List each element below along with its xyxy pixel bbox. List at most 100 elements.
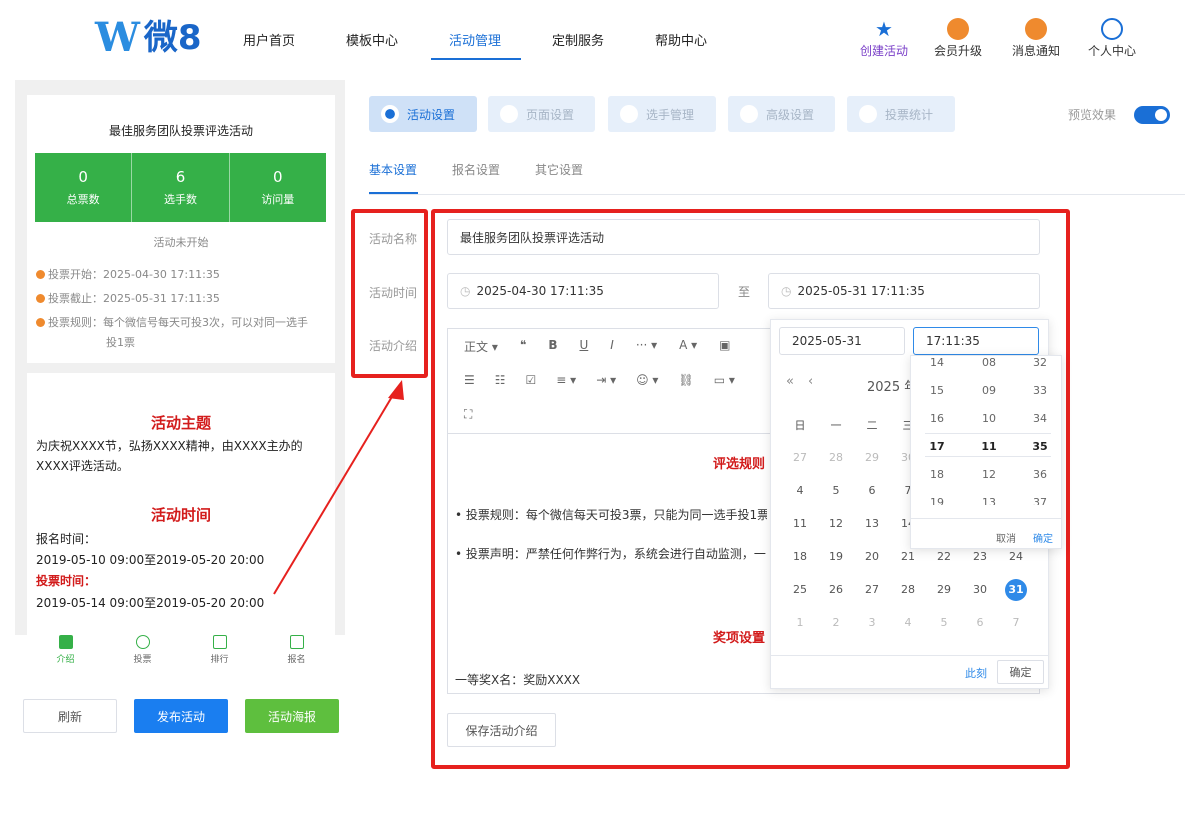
selected-day[interactable]: 31 bbox=[998, 573, 1034, 606]
underline-icon[interactable]: U bbox=[579, 338, 588, 355]
calendar-week: 1234567 bbox=[796, 616, 1020, 629]
save-intro-button[interactable]: 保存活动介绍 bbox=[447, 713, 556, 747]
font-color-icon[interactable]: A ▾ bbox=[679, 338, 697, 355]
bottom-nav-vote[interactable]: 投票 bbox=[104, 631, 181, 675]
user-icon bbox=[1101, 18, 1123, 40]
time-columns: 14 15 16 17 18 19 08 09 10 11 12 13 32 33 34 35 36 37 bbox=[919, 355, 1054, 505]
bg-color-icon[interactable]: ▣ bbox=[719, 338, 730, 355]
prize-title: 奖项设置 bbox=[713, 631, 766, 646]
toolbar-row-2: ☰ ☷ ☑ ≡ ▾ ⇥ ▾ ☺ ▾ ⛓ ▭ ▾ bbox=[464, 373, 735, 387]
now-button[interactable]: 此刻 bbox=[965, 665, 987, 681]
refresh-button[interactable]: 刷新 bbox=[23, 699, 117, 733]
picker-confirm-button[interactable]: 确定 bbox=[997, 660, 1044, 684]
start-time-input[interactable]: ◷ 2025-04-30 17:11:35 bbox=[447, 273, 719, 309]
stats-icon bbox=[859, 105, 877, 123]
bottom-nav-signup[interactable]: 报名 bbox=[258, 631, 335, 675]
todo-icon[interactable]: ☑ bbox=[526, 373, 537, 387]
rule-title: 评选规则 bbox=[713, 457, 766, 472]
label-name: 活动名称 bbox=[369, 232, 418, 246]
prev-month-button[interactable]: ‹ bbox=[808, 374, 813, 389]
tab-page-settings[interactable]: 页面设置 bbox=[488, 96, 595, 132]
end-time-input[interactable]: ◷ 2025-05-31 17:11:35 bbox=[768, 273, 1040, 309]
time-cancel-button[interactable]: 取消 bbox=[996, 530, 1016, 545]
picker-time-input[interactable]: 17:11:35 bbox=[913, 327, 1039, 355]
info-start: 投票开始：2025-04-30 17:11:35 bbox=[36, 266, 220, 282]
advanced-icon bbox=[740, 105, 758, 123]
nav-help[interactable]: 帮助中心 bbox=[655, 30, 707, 49]
tab-player-manage[interactable]: 选手管理 bbox=[608, 96, 716, 132]
status-text: 活动未开始 bbox=[153, 236, 209, 249]
nav-custom[interactable]: 定制服务 bbox=[552, 30, 604, 49]
prev-year-button[interactable]: « bbox=[786, 374, 794, 389]
italic-icon[interactable]: I bbox=[610, 338, 614, 355]
picker-date-input[interactable]: 2025-05-31 bbox=[779, 327, 905, 355]
member-upgrade[interactable]: 会员升级 bbox=[930, 18, 986, 59]
signup-icon bbox=[289, 635, 304, 649]
nav-templates[interactable]: 模板中心 bbox=[346, 30, 398, 49]
bullet-list-icon[interactable]: ☰ bbox=[464, 373, 475, 387]
user-center[interactable]: 个人中心 bbox=[1084, 18, 1140, 59]
preview-label: 预览效果 bbox=[1068, 108, 1117, 122]
rule-line-2: • 投票声明：严禁任何作弊行为，系统会进行自动监测，一 bbox=[455, 547, 766, 561]
time-ok-button[interactable]: 确定 bbox=[1033, 530, 1053, 545]
more-icon[interactable]: ··· ▾ bbox=[636, 338, 657, 355]
preview-bottom-nav: 介绍 投票 排行 报名 bbox=[27, 631, 335, 675]
page-icon bbox=[500, 105, 518, 123]
nav-home[interactable]: 用户首页 bbox=[243, 30, 295, 49]
vote-icon bbox=[135, 635, 150, 649]
nav-active-underline bbox=[431, 58, 521, 60]
star-icon: ★ bbox=[875, 17, 893, 41]
subtab-divider bbox=[369, 194, 1185, 195]
user-icon bbox=[620, 105, 638, 123]
format-select[interactable]: 正文 ▾ bbox=[464, 338, 498, 355]
publish-button[interactable]: 发布活动 bbox=[134, 699, 228, 733]
tab-advanced[interactable]: 高级设置 bbox=[728, 96, 835, 132]
clock-icon: ◷ bbox=[781, 284, 792, 298]
preview-toggle[interactable] bbox=[1134, 106, 1170, 124]
diamond-icon bbox=[947, 18, 969, 40]
tab-activity-settings[interactable]: 活动设置 bbox=[369, 96, 477, 132]
subtab-basic[interactable]: 基本设置 bbox=[369, 161, 417, 178]
fullscreen-icon[interactable]: ⛶ bbox=[464, 407, 472, 422]
dot-icon bbox=[36, 294, 45, 303]
bottom-nav-intro[interactable]: 介绍 bbox=[27, 631, 104, 675]
quote-icon[interactable]: ❝ bbox=[520, 338, 526, 355]
signup-label: 报名时间： bbox=[36, 532, 97, 546]
emoji-icon[interactable]: ☺ ▾ bbox=[636, 373, 658, 387]
second-column[interactable]: 32 33 34 35 36 37 bbox=[1022, 355, 1054, 505]
vote-label: 投票时间： bbox=[36, 574, 97, 588]
stat-visits: 0 访问量 bbox=[228, 153, 326, 222]
logo-text: 微8 bbox=[143, 18, 202, 58]
notifications[interactable]: 消息通知 bbox=[1008, 18, 1064, 59]
create-activity[interactable]: ★ 创建活动 bbox=[856, 18, 912, 59]
intro-icon bbox=[58, 635, 73, 649]
link-icon[interactable]: ⛓ bbox=[678, 373, 693, 387]
subtab-underline bbox=[369, 192, 418, 194]
rule-line-1: • 投票规则：每个微信每天可投3票，只能为同一选手投1票 bbox=[455, 508, 767, 522]
logo[interactable]: W 微8 bbox=[95, 18, 202, 59]
subtab-other[interactable]: 其它设置 bbox=[535, 161, 583, 178]
dot-icon bbox=[36, 270, 45, 279]
dot-icon bbox=[36, 318, 45, 327]
stats-bar: 0 总票数 6 选手数 0 访问量 bbox=[35, 153, 326, 222]
indent-icon[interactable]: ⇥ ▾ bbox=[596, 373, 616, 387]
tab-vote-stats[interactable]: 投票统计 bbox=[847, 96, 955, 132]
label-intro: 活动介绍 bbox=[369, 339, 418, 353]
subtab-signup[interactable]: 报名设置 bbox=[452, 161, 500, 178]
nav-activity-manage[interactable]: 活动管理 bbox=[449, 30, 501, 49]
picker-footer-divider bbox=[770, 655, 1049, 656]
minute-column[interactable]: 08 09 10 11 12 13 bbox=[971, 355, 1007, 505]
align-icon[interactable]: ≡ ▾ bbox=[556, 373, 576, 387]
hour-column[interactable]: 14 15 16 17 18 19 bbox=[919, 355, 955, 505]
number-list-icon[interactable]: ☷ bbox=[495, 373, 506, 387]
activity-title: 最佳服务团队投票评选活动 bbox=[108, 124, 253, 138]
bottom-nav-rank[interactable]: 排行 bbox=[181, 631, 258, 675]
poster-button[interactable]: 活动海报 bbox=[245, 699, 339, 733]
activity-name-input[interactable]: 最佳服务团队投票评选活动 bbox=[447, 219, 1040, 255]
info-rule: 投票规则：每个微信号每天可投3次，可以对同一选手 bbox=[36, 314, 326, 330]
image-icon[interactable]: ▭ ▾ bbox=[714, 373, 735, 387]
prize-line-1: 一等奖X名：奖励XXXX bbox=[455, 673, 581, 687]
stat-players: 6 选手数 bbox=[131, 153, 228, 222]
bold-icon[interactable]: B bbox=[548, 338, 557, 355]
calendar-week: 25 26 27 28 29 30 31 bbox=[782, 573, 1034, 606]
